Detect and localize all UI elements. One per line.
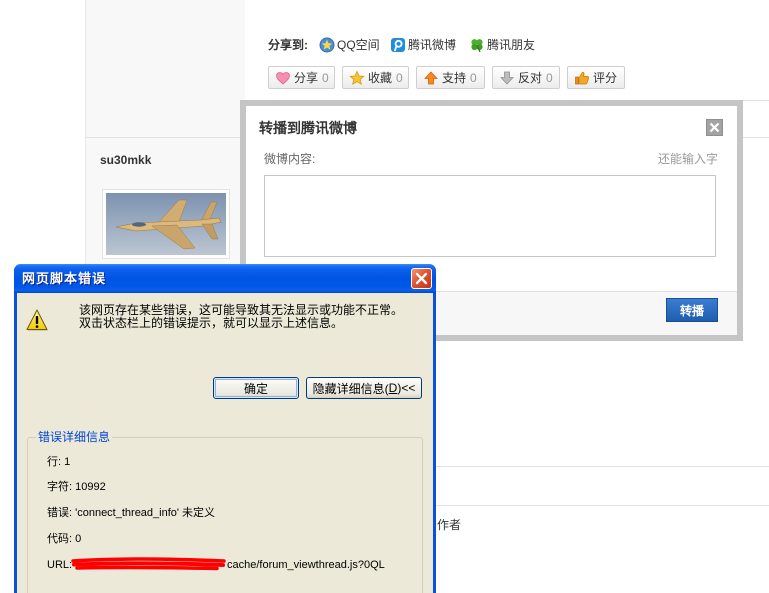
share-count: 0 [322,70,329,85]
share-label: 分享到: [268,38,308,52]
arrow-down-icon [500,71,514,85]
author-label: 作者 [437,518,462,532]
share-tencent-weibo-link[interactable]: 腾讯微博 [390,36,456,54]
share-target-label: 腾讯微博 [408,38,457,52]
post-author-link[interactable]: su30mkk [100,153,151,167]
thumbs-up-icon [575,71,590,84]
favorite-button[interactable]: 收藏 0 [342,66,409,89]
error-dialog-body: 该网页存在某些错误，这可能导致其无法显示或功能不正常。 双击状态栏上的错误提示，… [17,293,433,593]
weibo-content-label: 微博内容: [264,152,316,166]
oppose-button-label: 反对 [518,70,543,85]
error-dialog-title: 网页脚本错误 [22,271,107,286]
close-icon [709,122,720,133]
share-button-label: 分享 [294,70,319,85]
share-qzone-link[interactable]: QQ空间 [319,36,380,54]
error-details-group: 错误详细信息 行: 1 字符: 10992 错误: 'connect_threa… [27,430,423,593]
error-message-line: 双击状态栏上的错误提示，就可以显示上述信息。 [79,316,344,330]
weibo-content-textarea[interactable] [264,175,716,257]
error-url-label: URL: [47,559,73,571]
weibo-dialog-close-button[interactable] [706,119,723,136]
warning-icon [26,309,48,331]
rate-button-label: 评分 [593,70,618,85]
error-dialog-close-button[interactable] [411,268,432,289]
share-tencent-friends-link[interactable]: 腾讯朋友 [469,36,535,54]
error-description: 错误: 'connect_thread_info' 未定义 [47,507,216,519]
redaction-scribble [71,557,226,571]
tencent-weibo-icon [391,38,405,52]
favorite-count: 0 [396,70,403,85]
qzone-icon [319,37,335,53]
script-error-dialog: 网页脚本错误 该网页存在某些错误，这可能导致其无法显示或功能不正常。 双击状态栏… [14,264,436,593]
error-code: 代码: 0 [47,533,82,545]
error-url-path: cache/forum_viewthread.js?0QL [227,559,385,571]
tencent-friends-icon [471,39,483,53]
oppose-count: 0 [546,70,553,85]
error-line: 行: 1 [47,456,71,468]
oppose-button[interactable]: 反对 0 [492,66,560,89]
weibo-dialog-title: 转播到腾讯微博 [259,120,357,136]
share-target-label: QQ空间 [337,38,380,52]
post-image[interactable] [102,189,230,259]
ok-button[interactable]: 确定 [213,377,299,399]
share-target-label: 腾讯朋友 [487,38,536,52]
jet-photo [106,193,226,255]
access-key: D [388,381,398,395]
favorite-button-label: 收藏 [368,70,393,85]
heart-icon [276,71,290,85]
arrow-up-icon [424,70,438,84]
error-details-title: 错误详细信息 [36,430,113,444]
star-icon [349,70,365,85]
error-dialog-titlebar[interactable]: 网页脚本错误 [14,264,436,293]
support-count: 0 [470,70,477,85]
error-char: 字符: 10992 [47,481,106,493]
hide-details-button[interactable]: 隐藏详细信息(D)<< [306,377,422,399]
support-button-label: 支持 [442,70,467,85]
weibo-remaining-chars: 还能输入字 [657,152,718,166]
repost-button[interactable]: 转播 [666,298,718,322]
close-icon [415,272,428,285]
support-button[interactable]: 支持 0 [416,66,485,89]
share-button[interactable]: 分享 0 [268,66,335,89]
hide-details-suffix: )<< [397,381,416,395]
hide-details-label: 隐藏详细信息( [312,381,389,396]
rate-button[interactable]: 评分 [567,66,625,89]
